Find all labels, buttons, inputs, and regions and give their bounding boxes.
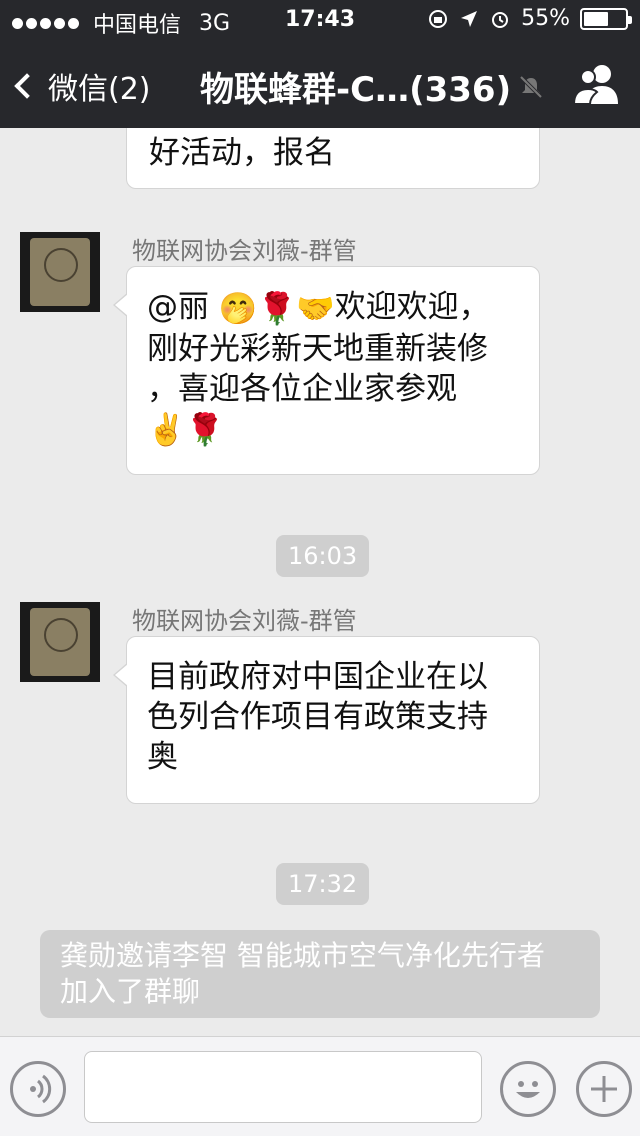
- rose-icon: 🌹: [257, 290, 297, 327]
- message-line: ，喜迎各位企业家参观: [147, 370, 457, 407]
- mute-icon: [519, 75, 543, 99]
- nav-bar: 微信(2) 物联蜂群-C…(336): [0, 40, 640, 128]
- message-bubble[interactable]: 好活动，报名: [126, 128, 540, 189]
- emoji-face-icon: [516, 1081, 540, 1098]
- back-button[interactable]: 微信(2): [14, 64, 151, 108]
- handshake-icon: 🤝: [296, 290, 335, 327]
- message-text: 好活动，报名: [149, 135, 335, 171]
- message-bubble[interactable]: @丽 🤭🌹🤝欢迎欢迎， 刚好光彩新天地重新装修 ，喜迎各位企业家参观 ✌️🌹: [113, 266, 540, 475]
- more-button[interactable]: [576, 1061, 632, 1117]
- system-message: 龚勋邀请李智 智能城市空气净化先行者 加入了群聊: [40, 930, 600, 1018]
- location-arrow-icon: [461, 10, 478, 27]
- victory-hand-icon: ✌️: [147, 412, 186, 448]
- rose-icon: 🌹: [185, 412, 225, 448]
- voice-icon: [30, 1074, 52, 1104]
- sender-name: 物联网协会刘薇-群管: [132, 237, 357, 265]
- message-line: 刚好光彩新天地重新装修: [147, 330, 488, 367]
- group-members-icon[interactable]: [570, 62, 622, 106]
- timestamp-chip: 16:03: [276, 535, 370, 577]
- emoji-button[interactable]: [500, 1061, 556, 1117]
- message-line: ✌️🌹: [147, 409, 519, 451]
- sender-name: 物联网协会刘薇-群管: [132, 607, 357, 635]
- timestamp-chip: 17:32: [276, 863, 370, 905]
- back-label: 微信(2): [48, 72, 151, 107]
- avatar[interactable]: [20, 232, 100, 312]
- message-line: 奥: [147, 739, 178, 775]
- voice-button[interactable]: [10, 1061, 66, 1117]
- back-chevron-icon: [14, 73, 40, 99]
- message-line: @丽 🤭🌹🤝欢迎欢迎，: [147, 289, 490, 327]
- message-input[interactable]: [84, 1051, 482, 1123]
- message-bubble[interactable]: 目前政府对中国企业在以 色列合作项目有政策支持 奥: [113, 636, 540, 804]
- message-line: 目前政府对中国企业在以: [147, 659, 488, 695]
- battery-icon: [580, 7, 632, 30]
- system-line: 加入了群聊: [60, 975, 201, 1008]
- input-bar: [0, 1036, 640, 1136]
- chat-area[interactable]: 好活动，报名 物联网协会刘薇-群管 @丽 🤭🌹🤝欢迎欢迎， 刚好光彩新天地重新装…: [0, 128, 640, 1036]
- chat-title: 物联蜂群-C…(336): [200, 70, 512, 110]
- battery-percent: 55%: [521, 6, 570, 31]
- status-bar: 中国电信 3G 17:43 55%: [0, 0, 640, 40]
- emoji-face-hand-icon: 🤭: [218, 290, 258, 327]
- system-line: 龚勋邀请李智 智能城市空气净化先行者: [60, 939, 545, 972]
- top-bar: 中国电信 3G 17:43 55% 微信(2) 物联蜂群-C…(336): [0, 0, 640, 128]
- message-line: 色列合作项目有政策支持: [147, 699, 488, 735]
- orientation-lock-icon: [429, 9, 448, 28]
- plus-icon: [591, 1076, 617, 1102]
- status-right: 55%: [427, 6, 632, 31]
- alarm-icon: [492, 11, 509, 28]
- avatar[interactable]: [20, 602, 100, 682]
